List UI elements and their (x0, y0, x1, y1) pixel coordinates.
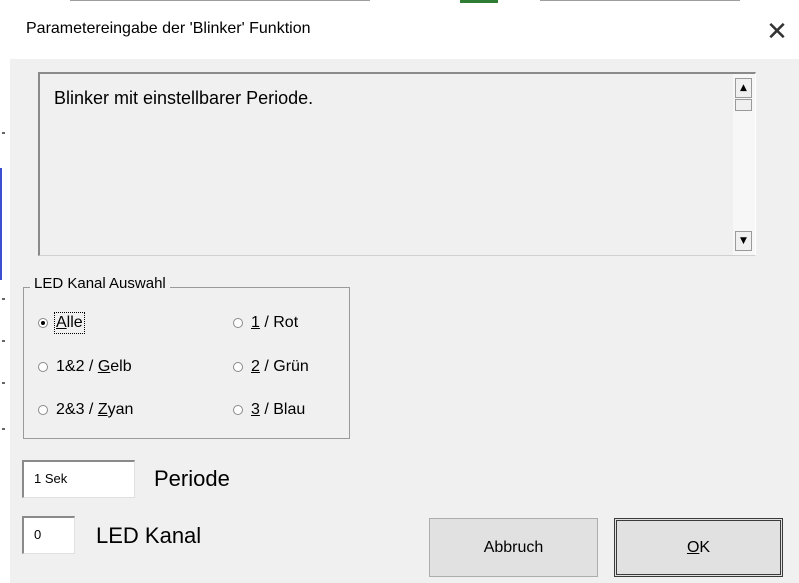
radio-circle[interactable] (233, 362, 243, 372)
background-mark (460, 0, 498, 3)
led-kanal-label: LED Kanal (96, 523, 202, 548)
radio-circle[interactable] (38, 362, 48, 372)
periode-label: Periode (154, 466, 230, 491)
background-dot (2, 382, 5, 384)
close-icon[interactable]: ✕ (755, 12, 799, 52)
scroll-up-arrow-icon[interactable]: ▲ (735, 78, 752, 98)
background-dot (2, 428, 5, 430)
radio-label-2-gruen: 2 / Grün (251, 358, 309, 375)
background-dot (2, 298, 5, 300)
radio-label-1-2-gelb: 1&2 / Gelb (56, 358, 132, 375)
title-bar: Parametereingabe der 'Blinker' Funktion … (10, 4, 799, 59)
parameter-dialog: Parametereingabe der 'Blinker' Funktion … (10, 4, 799, 583)
scroll-thumb[interactable] (735, 99, 752, 111)
radio-3-blau[interactable]: 3 / Blau (233, 401, 305, 419)
background-blue-line (0, 168, 2, 280)
radio-2-3-zyan[interactable]: 2&3 / Zyan (38, 401, 133, 419)
scroll-down-arrow-icon[interactable]: ▼ (735, 231, 752, 251)
description-scrollbar[interactable]: ▲ ▼ (733, 74, 755, 255)
radio-circle[interactable] (233, 318, 243, 328)
background-mark (70, 0, 370, 1)
radio-circle[interactable] (233, 405, 243, 415)
radio-1-2-gelb[interactable]: 1&2 / Gelb (38, 358, 132, 376)
radio-label-3-blau: 3 / Blau (251, 401, 306, 418)
window-title: Parametereingabe der 'Blinker' Funktion (26, 20, 311, 37)
ok-button[interactable]: OK (614, 518, 783, 577)
radio-alle[interactable]: Alle (38, 312, 85, 334)
radio-label-2-3-zyan: 2&3 / Zyan (56, 401, 134, 418)
background-dot (2, 132, 5, 134)
led-channel-group-legend: LED Kanal Auswahl (30, 275, 170, 292)
description-text: Blinker mit einstellbarer Periode. (54, 88, 314, 108)
cancel-button[interactable]: Abbruch (429, 518, 598, 577)
radio-2-gruen[interactable]: 2 / Grün (233, 358, 309, 376)
radio-circle[interactable] (38, 318, 48, 328)
radio-circle[interactable] (38, 405, 48, 415)
radio-1-rot[interactable]: 1 / Rot (233, 314, 298, 332)
background-mark (540, 0, 740, 1)
led-kanal-input[interactable]: 0 (22, 516, 75, 554)
description-textbox[interactable]: Blinker mit einstellbarer Periode. ▲ ▼ (38, 72, 756, 256)
radio-label-alle: Alle (54, 312, 85, 334)
radio-label-1-rot: 1 / Rot (251, 314, 299, 331)
periode-input[interactable]: 1 Sek (22, 460, 135, 498)
background-dot (2, 340, 5, 342)
